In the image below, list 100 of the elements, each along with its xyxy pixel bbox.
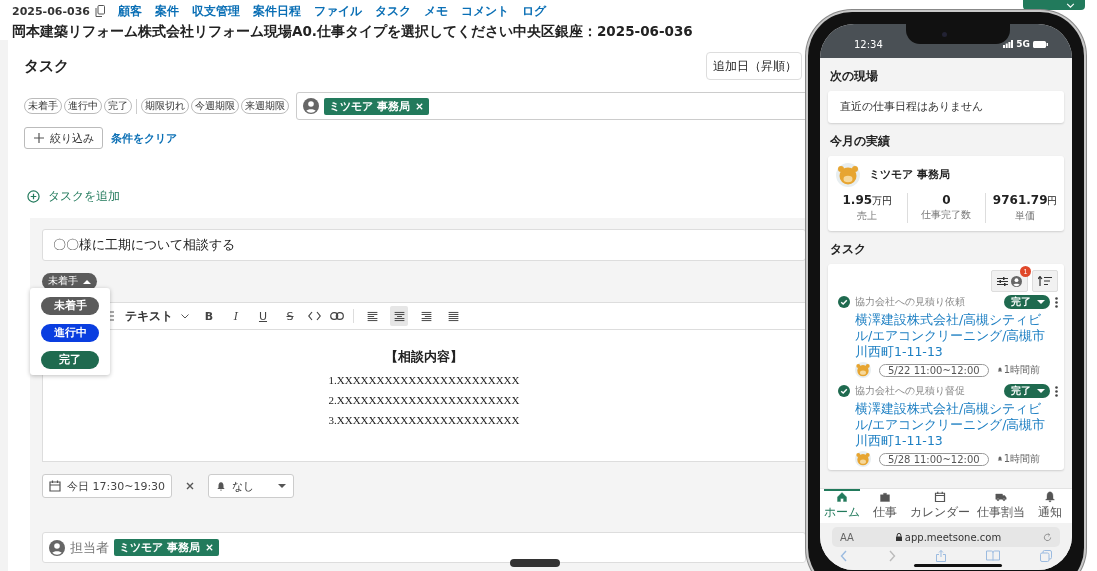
nav-link[interactable]: 案件 [155,2,179,20]
add-task-button[interactable]: タスクを追加 [27,188,120,205]
stat-label: 単価 [1015,209,1036,223]
content-line: 3.XXXXXXXXXXXXXXXXXXXXXXX [328,414,520,426]
content-line: 2.XXXXXXXXXXXXXXXXXXXXXXX [328,394,520,406]
date-field[interactable]: 今日 17:30~19:30 [42,474,173,498]
text-style-dropdown[interactable]: テキスト [123,306,191,326]
status-time: 12:34 [854,38,883,50]
status-dropdown[interactable]: 完了 [1004,295,1050,309]
text-size-label[interactable]: AA [840,531,854,543]
bell-icon [216,480,227,492]
caret-down-icon [1037,388,1045,394]
assignee-field[interactable]: 担当者 ミツモア 事務局 [42,532,806,563]
align-left-icon [365,309,379,323]
link-icon[interactable] [330,312,344,320]
stat-label: 仕事完了数 [921,208,972,222]
assignee-tag: ミツモア 事務局 [324,97,429,115]
filter-chip[interactable]: 完了 [104,98,132,114]
sort-button[interactable] [1032,270,1058,292]
sort-dropdown[interactable]: 追加日（昇順） [706,52,802,80]
justify-icon [446,309,460,323]
tab-bar-item[interactable]: 仕事割当 [977,489,1025,523]
filter-chip[interactable]: 来週期限 [241,98,289,114]
section-heading: 次の現場 [830,68,879,85]
task-title: 協力会社への見積り督促 [855,384,966,398]
nav-link[interactable]: タスク [375,2,411,20]
url-text: app.meetsone.com [904,531,1002,543]
format-button[interactable]: U [254,306,272,326]
truck-icon [995,491,1007,503]
more-icon[interactable] [1055,385,1058,397]
signal-icon [1003,40,1014,48]
align-button[interactable] [390,306,408,326]
briefcase-icon [879,491,891,503]
tab-bar-item[interactable]: カレンダー [910,489,970,523]
nav-link[interactable]: メモ [424,2,448,20]
empty-message: 直近の仕事日程はありません [839,99,984,114]
assignee-tag: ミツモア 事務局 [114,539,219,556]
nav-link[interactable]: コメント [461,2,509,20]
more-icon[interactable] [1055,296,1058,308]
bell-icon [996,367,1003,373]
status-dropdown[interactable]: 完了 [1004,384,1050,398]
filter-button[interactable]: 絞り込み [24,127,103,149]
clear-icon[interactable] [185,481,196,491]
nav-link[interactable]: 顧客 [118,2,142,20]
page-title: 岡本建築リフォーム株式会社リフォーム現場A0.仕事タイプを選択してください中央区銀座：2025-06-036 [12,23,693,41]
task-title: 協力会社への見積り依頼 [855,295,966,309]
scrollbar-thumb[interactable] [510,559,560,567]
content-line: 1.XXXXXXXXXXXXXXXXXXXXXXX [328,374,520,386]
actions-button[interactable] [1023,0,1085,10]
status-option[interactable]: 未着手 [41,297,99,315]
tab-bar-item[interactable]: ホーム [824,489,860,523]
remove-icon[interactable] [204,543,214,552]
format-button[interactable]: S [281,306,299,326]
filter-chip[interactable]: 進行中 [64,98,102,114]
tab-bar-item[interactable]: 通知 [1032,489,1068,523]
format-button[interactable]: I [227,306,245,326]
nav-link[interactable]: ファイル [314,2,362,20]
clear-filters-link[interactable]: 条件をクリア [111,130,177,146]
check-circle-icon[interactable] [838,385,850,397]
check-circle-icon[interactable] [838,296,850,308]
site-link[interactable]: 横澤建設株式会社/高槻シティビル/エアコンクリーニング/高槻市川西町1-11-13 [855,401,1058,449]
nav-link[interactable]: ログ [522,2,546,20]
chevron-icon [181,313,189,319]
tab-bar-item[interactable]: 仕事 [867,489,903,523]
home-icon [836,491,848,503]
bell-icon [1044,491,1056,503]
avatar-icon [836,163,860,187]
lock-icon [895,533,902,541]
caret-up-icon [83,279,91,284]
camera-icon [942,32,947,37]
section-title: タスク [24,56,69,76]
task-title-input[interactable]: 〇〇様に工期について相談する [42,229,806,261]
align-right-icon [419,309,433,323]
reminder-select[interactable]: なし [208,474,295,498]
site-link[interactable]: 横澤建設株式会社/高槻シティビル/エアコンクリーニング/高槻市川西町1-11-13 [855,312,1058,360]
filter-chip[interactable]: 未着手 [24,98,62,114]
bell-icon [996,456,1003,462]
content-heading: 【相談内容】 [385,348,463,366]
add-circle-icon [27,190,40,203]
code-icon[interactable] [308,311,321,321]
format-button[interactable]: B [200,306,218,326]
user-name: ミツモア 事務局 [869,168,950,182]
copy-icon[interactable] [95,5,105,17]
align-center-icon [392,309,406,323]
section-heading: タスク [830,241,867,258]
remove-icon[interactable] [414,101,424,111]
status-option[interactable]: 進行中 [41,324,99,342]
nav-link[interactable]: 案件日程 [253,2,301,20]
status-option[interactable]: 完了 [41,351,99,369]
sliders-icon [997,276,1008,286]
filter-chip[interactable]: 期限切れ [141,98,189,114]
calendar-icon [934,491,946,503]
address-bar[interactable]: AA app.meetsone.com [832,527,1060,547]
caret-down-icon [278,483,287,489]
avatar-icon [855,362,871,378]
caret-down-icon [1037,299,1045,305]
filter-chip[interactable]: 今週期限 [191,98,239,114]
chevron-icon [1066,2,1075,8]
nav-link[interactable]: 収支管理 [192,2,240,20]
plus-icon [34,133,44,143]
